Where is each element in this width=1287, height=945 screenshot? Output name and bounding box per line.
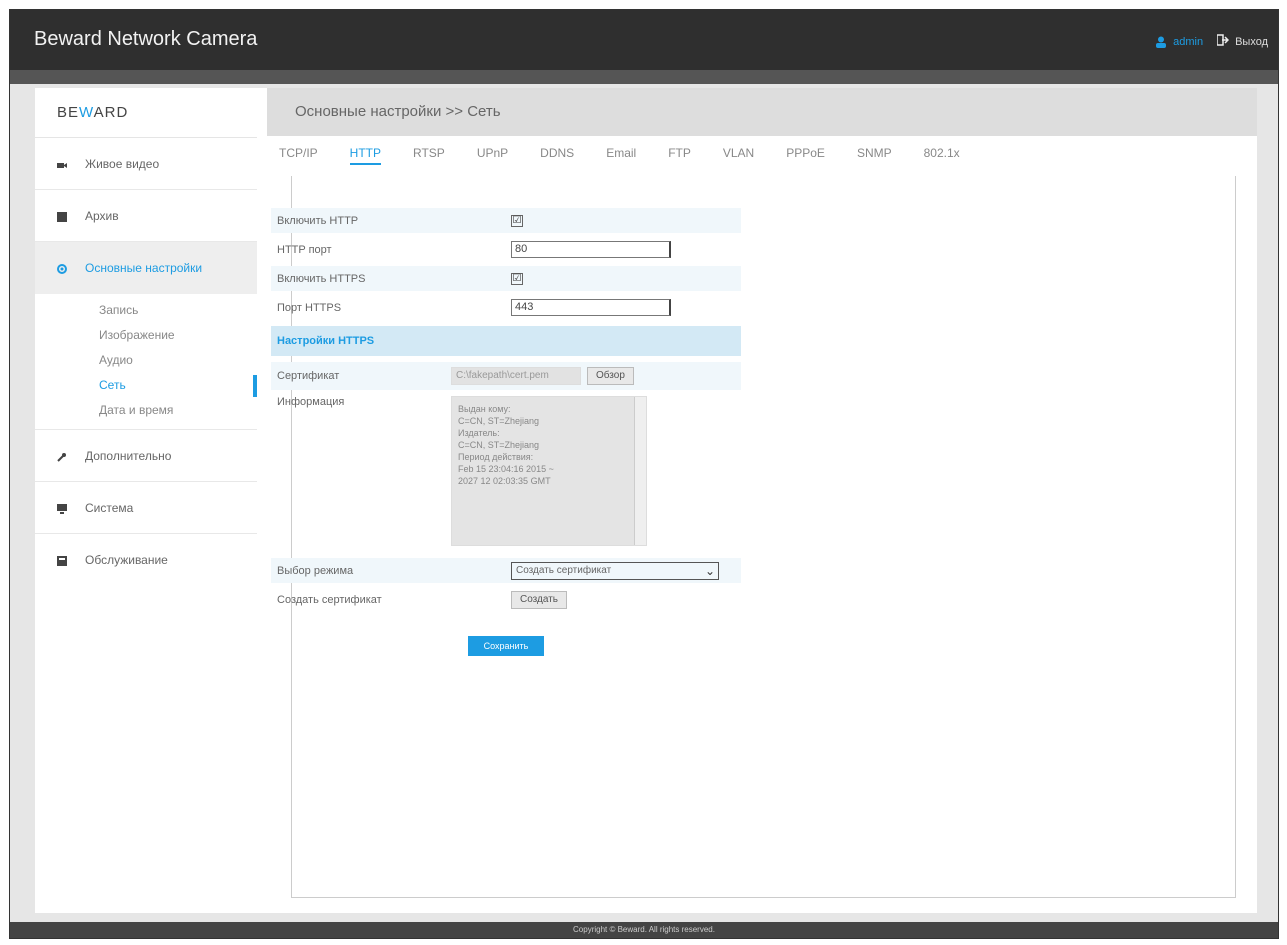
subnav-item-image[interactable]: Изображение	[35, 323, 257, 348]
http-port-input[interactable]: 80	[511, 241, 671, 258]
http-port-label: HTTP порт	[277, 243, 332, 256]
certificate-path-input[interactable]: C:\fakepath\cert.pem	[451, 367, 581, 385]
chevron-down-icon: ⌄	[704, 563, 715, 578]
sidebar-item-live-video[interactable]: Живое видео	[35, 138, 257, 190]
beward-logo: BEWARD	[35, 88, 257, 138]
tab-ftp[interactable]: FTP	[668, 141, 691, 165]
https-port-label: Порт HTTPS	[277, 301, 342, 314]
tab-snmp[interactable]: SNMP	[857, 141, 892, 165]
https-port-input[interactable]: 443	[511, 299, 671, 316]
logout-link[interactable]: Выход	[1235, 36, 1268, 48]
tab-8021x[interactable]: 802.1x	[924, 141, 960, 165]
enable-http-row: Включить HTTP ☑	[271, 208, 741, 233]
https-section-title: Настройки HTTPS	[271, 326, 741, 356]
sidebar-item-label: Обслуживание	[85, 553, 168, 567]
tab-ddns[interactable]: DDNS	[540, 141, 574, 165]
browse-button[interactable]: Обзор	[587, 367, 634, 385]
tab-http[interactable]: HTTP	[349, 141, 382, 165]
sidebar-item-label: Основные настройки	[85, 261, 203, 275]
create-cert-label: Создать сертификат	[277, 593, 382, 606]
logout-icon[interactable]	[1216, 34, 1230, 49]
sidebar-subnav: Запись Изображение Аудио Сеть Дата и вре…	[35, 294, 257, 430]
tab-pppoe[interactable]: PPPoE	[786, 141, 825, 165]
gear-icon	[57, 263, 67, 274]
subnav-item-audio[interactable]: Аудио	[35, 348, 257, 373]
network-tabs: TCP/IP HTTP RTSP UPnP DDNS Email FTP VLA…	[267, 136, 1257, 170]
https-port-row: Порт HTTPS 443	[271, 295, 741, 320]
camera-icon	[57, 159, 67, 169]
mode-row: Выбор режима Создать сертификат ⌄	[271, 558, 741, 583]
save-button[interactable]: Сохранить	[468, 636, 544, 656]
breadcrumb: Основные настройки >> Сеть	[267, 88, 1257, 136]
sidebar-item-label: Система	[85, 500, 134, 515]
enable-http-checkbox[interactable]: ☑	[511, 214, 523, 227]
wrench-icon	[57, 451, 67, 462]
user-name[interactable]: admin	[1173, 36, 1203, 48]
enable-https-row: Включить HTTPS ☑	[271, 266, 741, 291]
app-title: Beward Network Camera	[34, 28, 258, 50]
monitor-icon	[57, 503, 67, 514]
info-row: Информация Выдан кому: C=CN, ST=Zhejiang…	[271, 396, 741, 548]
sidebar: BEWARD Живое видео Архив Основные настро…	[35, 88, 257, 913]
user-area: admin Выход	[1155, 34, 1268, 49]
enable-https-checkbox[interactable]: ☑	[511, 272, 523, 285]
browser-frame: Beward Network Camera admin Выход BEWARD…	[9, 9, 1279, 939]
sidebar-item-label: Архив	[85, 208, 119, 223]
user-icon	[1155, 36, 1167, 48]
sidebar-item-system[interactable]: Система	[35, 482, 257, 534]
save-wrap: Сохранить	[271, 636, 741, 656]
mode-label: Выбор режима	[277, 564, 354, 577]
sidebar-item-basic-settings[interactable]: Основные настройки	[35, 242, 257, 294]
create-cert-button[interactable]: Создать	[511, 590, 568, 609]
subnav-item-datetime[interactable]: Дата и время	[35, 398, 257, 423]
enable-https-label: Включить HTTPS	[277, 272, 366, 285]
certificate-row: Сертификат C:\fakepath\cert.pem Обзор	[271, 362, 741, 390]
tab-rtsp[interactable]: RTSP	[413, 141, 445, 165]
footer-copyright: Copyright © Beward. All rights reserved.	[10, 922, 1278, 938]
subnav-item-record[interactable]: Запись	[35, 298, 257, 323]
info-scrollbar[interactable]	[634, 397, 646, 545]
subnav-item-network[interactable]: Сеть	[35, 373, 257, 398]
sub-bar	[10, 70, 1278, 84]
mode-select[interactable]: Создать сертификат ⌄	[511, 561, 719, 580]
sidebar-item-archive[interactable]: Архив	[35, 190, 257, 242]
archive-icon	[57, 211, 67, 222]
enable-http-label: Включить HTTP	[277, 214, 359, 227]
tab-email[interactable]: Email	[606, 141, 636, 165]
tab-upnp[interactable]: UPnP	[477, 141, 508, 165]
http-port-row: HTTP порт 80	[271, 237, 741, 262]
sidebar-item-advanced[interactable]: Дополнительно	[35, 430, 257, 482]
create-cert-row: Создать сертификат Создать	[271, 587, 741, 612]
sidebar-item-label: Живое видео	[85, 156, 160, 171]
maintenance-icon	[57, 555, 67, 566]
tab-vlan[interactable]: VLAN	[723, 141, 754, 165]
http-settings-form: Включить HTTP ☑ HTTP порт 80 Включить HT…	[271, 208, 741, 656]
content-area: BEWARD Живое видео Архив Основные настро…	[35, 88, 1257, 913]
sidebar-item-maintenance[interactable]: Обслуживание	[35, 534, 257, 586]
top-bar: Beward Network Camera admin Выход	[10, 10, 1278, 70]
certificate-info-textarea[interactable]: Выдан кому: C=CN, ST=Zhejiang Издатель: …	[451, 396, 647, 546]
sidebar-item-label: Дополнительно	[85, 448, 172, 463]
tab-tcpip[interactable]: TCP/IP	[279, 141, 318, 165]
